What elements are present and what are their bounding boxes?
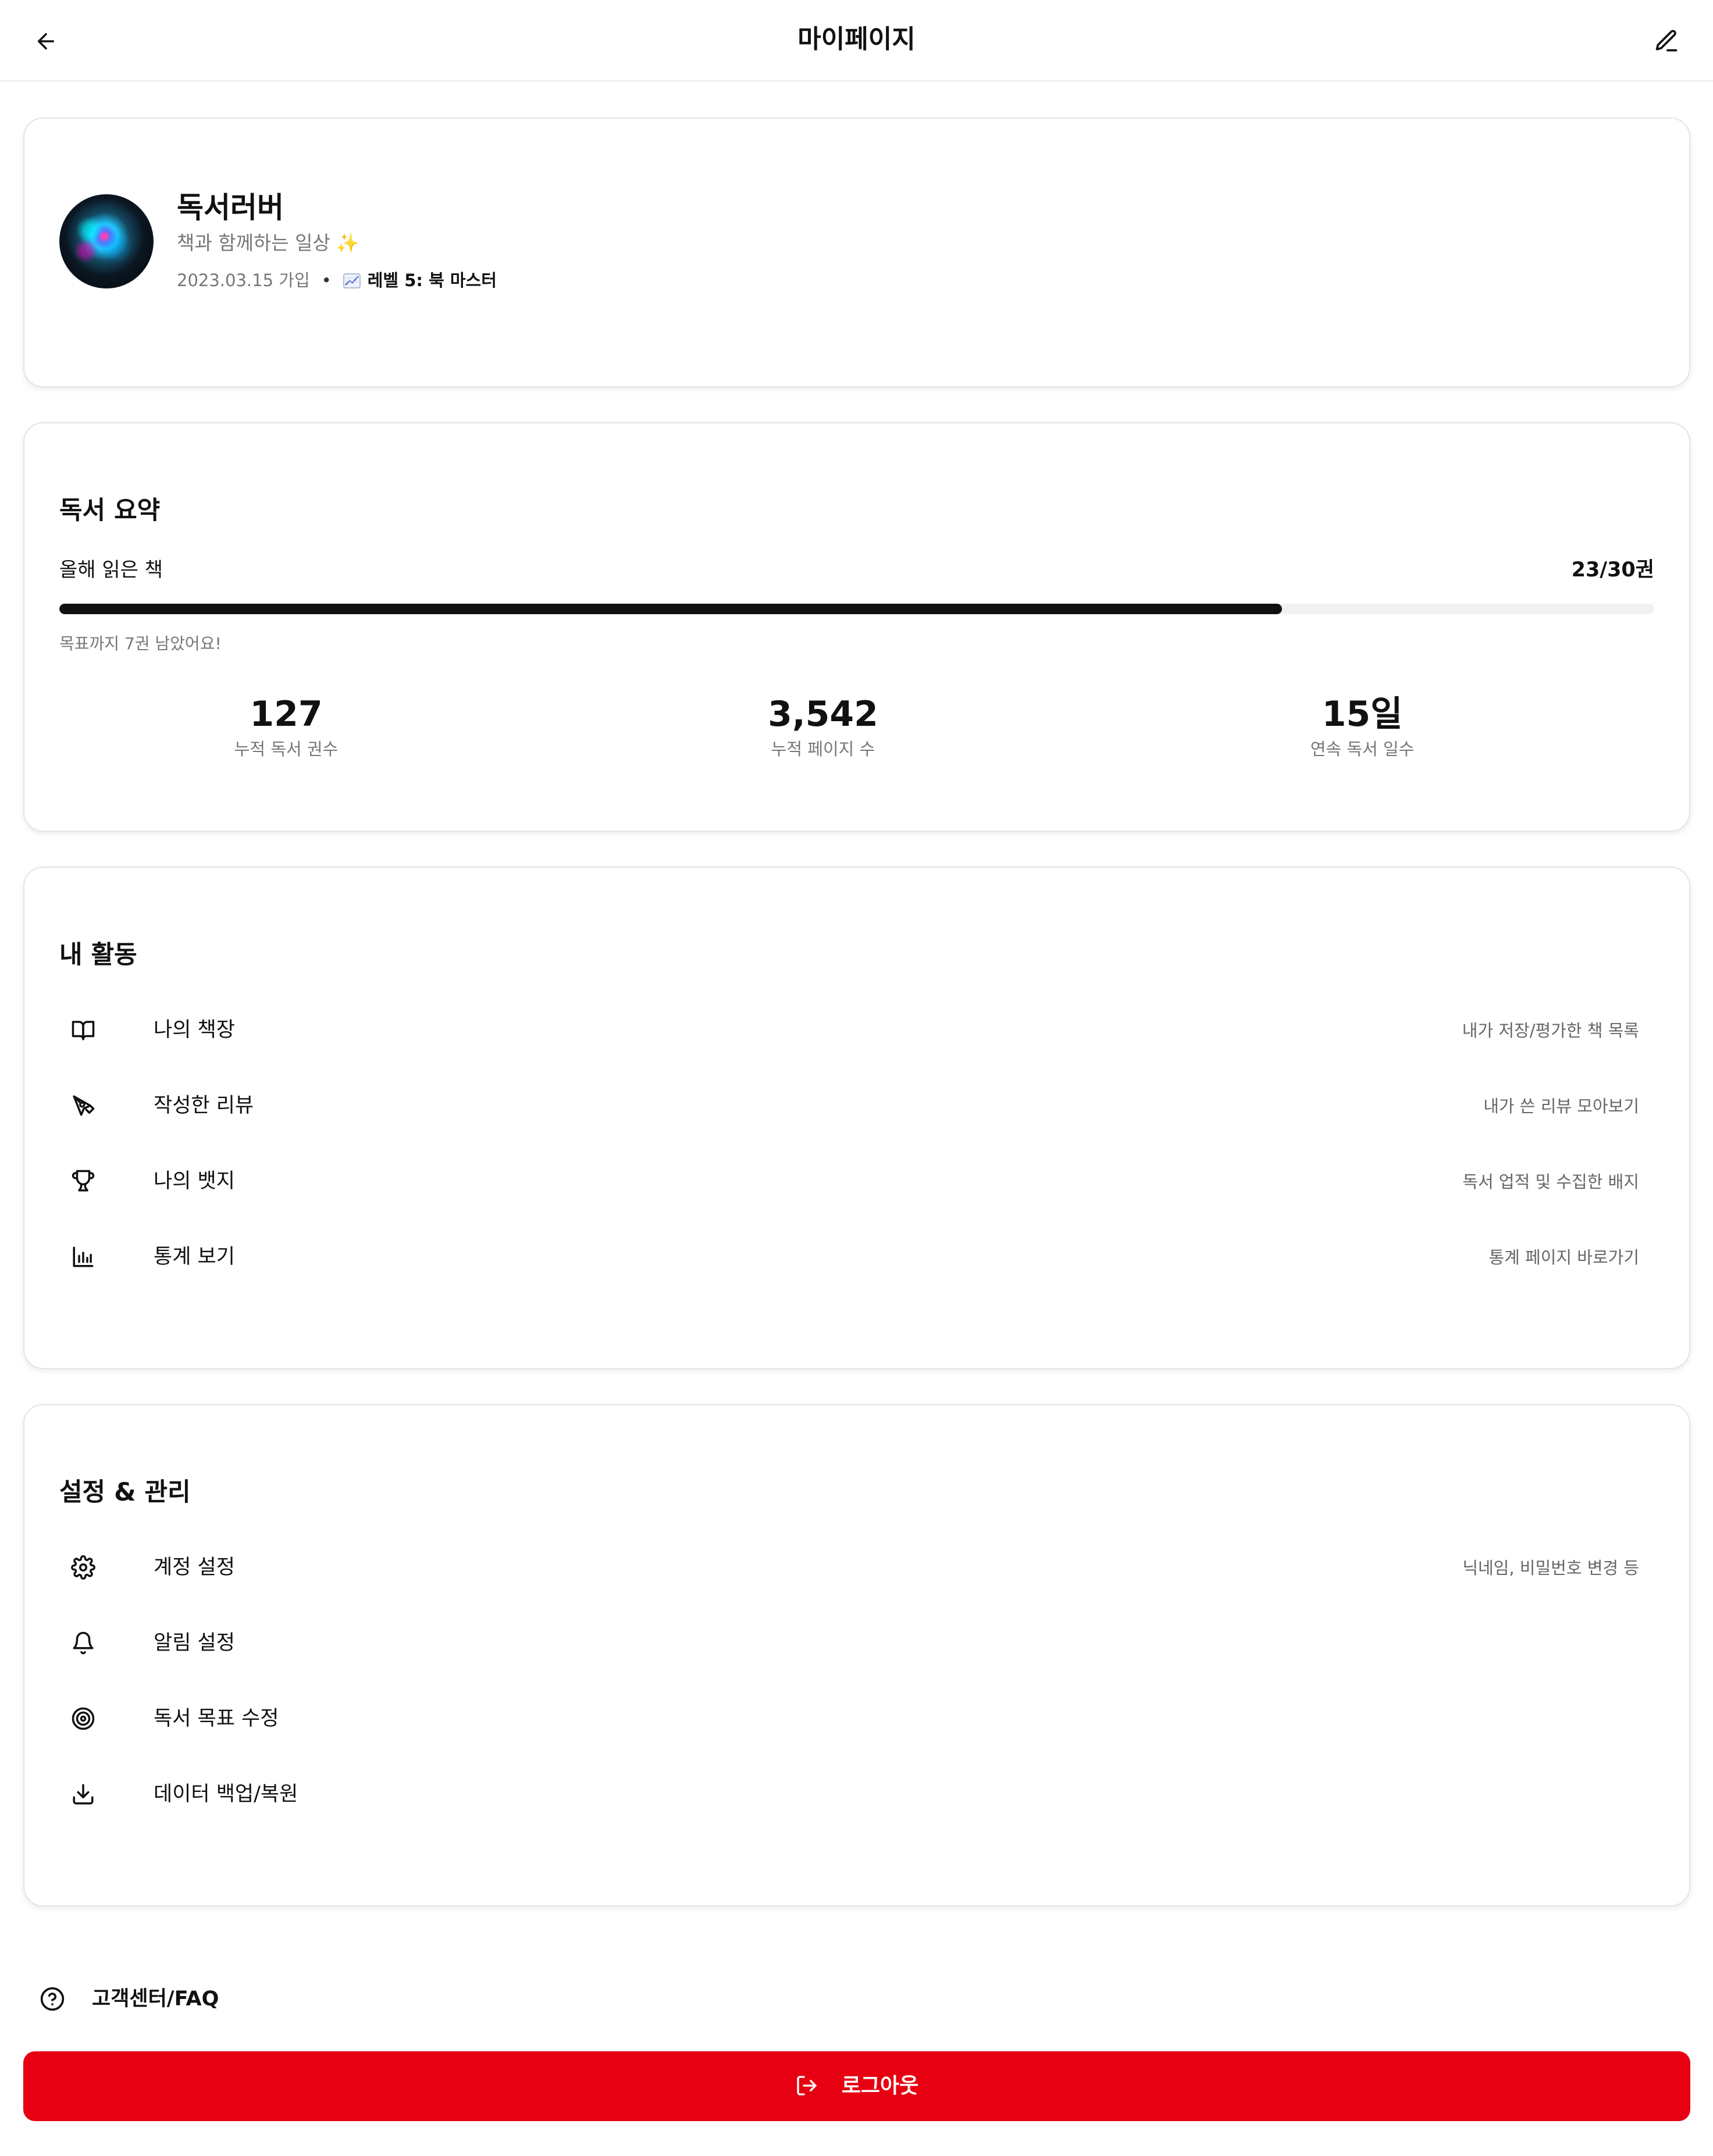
top-bar: 마이페이지 xyxy=(0,0,1713,81)
menu-item-description: 내가 저장/평가한 책 목록 xyxy=(1462,1021,1639,1040)
goal-remaining-text: 목표까지 7권 남았어요! xyxy=(59,634,222,653)
menu-item-label: 나의 책장 xyxy=(154,1018,235,1042)
menu-item-description: 닉네임, 비밀번호 변경 등 xyxy=(1462,1558,1639,1578)
menu-item-label: 나의 뱃지 xyxy=(154,1170,235,1193)
settings-card: 설정 & 관리 계정 설정 닉네임, 비밀번호 변경 등 알림 설정 독서 목표… xyxy=(23,1404,1690,1906)
profile-bio-text: 책과 함께하는 일상 xyxy=(177,231,330,254)
section-title-settings: 설정 & 관리 xyxy=(59,1478,191,1507)
section-title-summary: 독서 요약 xyxy=(59,496,161,525)
yearly-books-label: 올해 읽은 책 xyxy=(59,558,163,582)
level-badge: 레벨 5: 북 마스터 xyxy=(367,270,497,290)
yearly-goal-progress-bar xyxy=(59,604,1654,614)
profile-meta: 2023.03.15 가입 • 레벨 5: 북 마스터 xyxy=(177,268,497,293)
menu-item-reading-goal[interactable]: 독서 목표 수정 xyxy=(59,1692,1657,1745)
menu-item-bookshelf[interactable]: 나의 책장 내가 저장/평가한 책 목록 xyxy=(59,1004,1657,1056)
menu-item-label: 독서 목표 수정 xyxy=(154,1707,279,1730)
menu-item-badges[interactable]: 나의 뱃지 독서 업적 및 수집한 배지 xyxy=(59,1155,1657,1207)
target-icon xyxy=(71,1706,95,1731)
page-title: 마이페이지 xyxy=(797,24,916,54)
edit-profile-button[interactable] xyxy=(1654,28,1679,54)
pen-tool-icon xyxy=(71,1093,95,1118)
menu-item-label: 데이터 백업/복원 xyxy=(154,1783,298,1806)
logout-button[interactable]: 로그아웃 xyxy=(23,2051,1690,2121)
join-date: 2023.03.15 가입 xyxy=(177,270,310,290)
stat-label: 연속 독서 일수 xyxy=(1310,739,1415,759)
menu-item-data-backup[interactable]: 데이터 백업/복원 xyxy=(59,1768,1657,1820)
profile-name: 독서러버 xyxy=(177,191,284,224)
menu-item-description: 내가 쓴 리뷰 모아보기 xyxy=(1483,1096,1639,1116)
menu-item-label: 계정 설정 xyxy=(154,1556,235,1579)
bar-chart-icon xyxy=(71,1245,95,1269)
chart-increasing-icon xyxy=(343,273,361,288)
meta-separator: • xyxy=(321,270,332,290)
profile-card: 독서러버 책과 함께하는 일상 ✨ 2023.03.15 가입 • 레벨 5: 북 … xyxy=(23,117,1690,387)
profile-bio: 책과 함께하는 일상 ✨ xyxy=(177,229,359,257)
menu-item-label: 알림 설정 xyxy=(154,1631,235,1655)
menu-item-label: 작성한 리뷰 xyxy=(154,1094,254,1117)
support-faq-label: 고객센터/FAQ xyxy=(92,1987,219,2011)
stat-total-pages: 3,542 누적 페이지 수 xyxy=(701,691,945,761)
logout-label: 로그아웃 xyxy=(841,2074,919,2098)
menu-item-description: 통계 페이지 바로가기 xyxy=(1488,1248,1639,1267)
menu-item-description: 독서 업적 및 수집한 배지 xyxy=(1462,1172,1639,1192)
progress-fill xyxy=(59,604,1283,614)
menu-item-account-settings[interactable]: 계정 설정 닉네임, 비밀번호 변경 등 xyxy=(59,1541,1657,1594)
menu-item-statistics[interactable]: 통계 보기 통계 페이지 바로가기 xyxy=(59,1231,1657,1283)
sparkles-emoji: ✨ xyxy=(336,232,359,254)
stat-streak-days: 15일 연속 독서 일수 xyxy=(1240,691,1484,761)
yearly-books-value: 23/30권 xyxy=(1571,558,1654,582)
trophy-icon xyxy=(71,1169,95,1193)
reading-summary-card: 독서 요약 올해 읽은 책 23/30권 목표까지 7권 남았어요! 127 누… xyxy=(23,422,1690,832)
section-title-activity: 내 활동 xyxy=(59,940,137,970)
stat-value: 15일 xyxy=(1322,694,1403,735)
my-activity-card: 내 활동 나의 책장 내가 저장/평가한 책 목록 작성한 리뷰 내가 쓴 리뷰… xyxy=(23,867,1690,1369)
menu-item-reviews[interactable]: 작성한 리뷰 내가 쓴 리뷰 모아보기 xyxy=(59,1079,1657,1132)
pencil-icon xyxy=(1655,30,1678,52)
stat-label: 누적 독서 권수 xyxy=(234,739,339,759)
download-icon xyxy=(71,1782,95,1806)
gear-icon xyxy=(71,1555,95,1580)
logout-icon xyxy=(795,2074,818,2097)
menu-item-notification-settings[interactable]: 알림 설정 xyxy=(59,1617,1657,1669)
help-circle-icon xyxy=(40,1986,65,2012)
menu-item-label: 통계 보기 xyxy=(154,1245,235,1268)
support-faq-link[interactable]: 고객센터/FAQ xyxy=(23,1973,314,2025)
bell-icon xyxy=(71,1631,95,1655)
stat-value: 127 xyxy=(250,694,323,735)
book-open-icon xyxy=(71,1018,95,1042)
stat-value: 3,542 xyxy=(768,694,878,735)
stat-label: 누적 페이지 수 xyxy=(771,739,875,759)
avatar[interactable] xyxy=(59,194,154,288)
stat-total-books: 127 누적 독서 권수 xyxy=(164,691,408,761)
